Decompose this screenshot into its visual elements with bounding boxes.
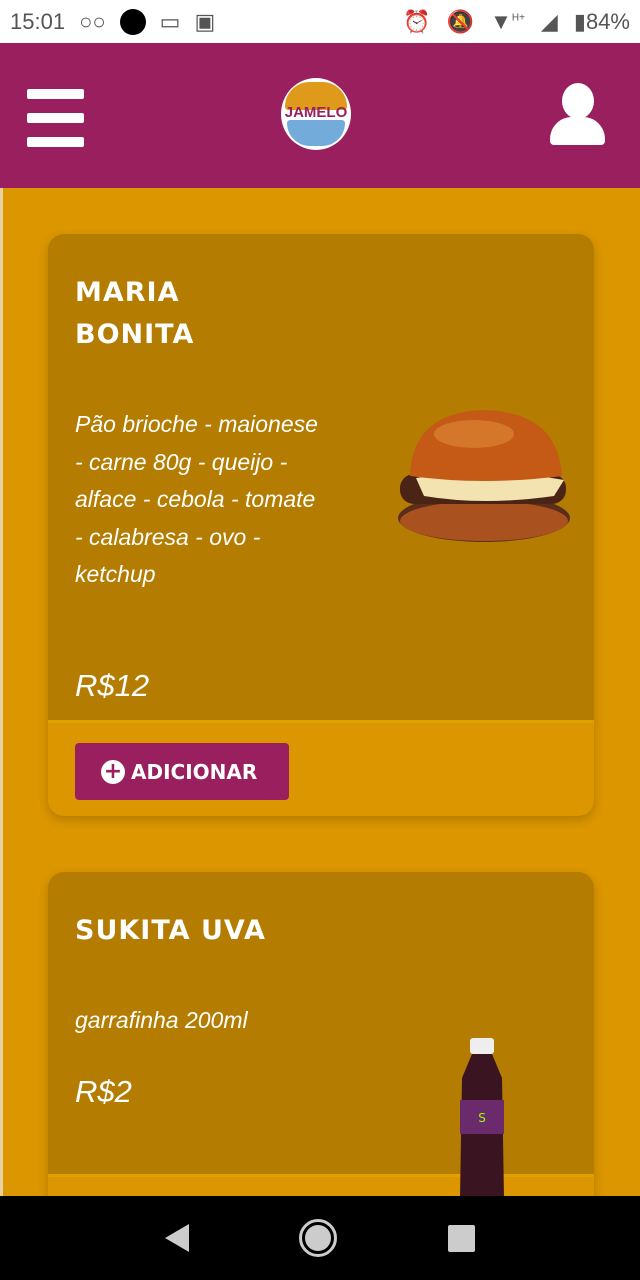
hamburger-icon[interactable] [27, 89, 84, 161]
mute-icon: 🔕 [446, 8, 475, 34]
soda-bottle-image: S [460, 1038, 504, 1198]
signal-icon: ◢ [540, 8, 558, 34]
product-description: Pão brioche - maionese - carne 80g - que… [75, 411, 318, 587]
product-price: R$12 [75, 668, 150, 703]
battery-level: 84% [585, 8, 630, 34]
battery-icon: ▮84% [573, 8, 630, 34]
app-header: JAMELO [0, 43, 640, 188]
add-to-cart-button[interactable]: + ADICIONAR [75, 743, 289, 800]
product-price: R$2 [75, 1074, 132, 1109]
wifi-icon: ▼H+ [490, 8, 525, 34]
product-name: BONITA [75, 319, 195, 350]
jamelo-logo[interactable]: JAMELO [281, 78, 351, 150]
laptop-icon: ▭ [159, 8, 181, 34]
alarm-icon: ⏰ [403, 8, 431, 34]
product-card: MARIA BONITA Pão brioche - maionese - ca… [48, 234, 594, 816]
status-bar: 15:01 ○○ ▭ ▣ ⏰ 🔕 ▼H+ ◢ ▮84% [0, 0, 640, 43]
product-description: garrafinha 200ml [75, 1007, 248, 1033]
product-name: SUKITA UVA [75, 915, 266, 946]
plus-circle-icon: + [101, 759, 125, 784]
clock: 15:01 [10, 8, 66, 34]
product-name: MARIA [75, 277, 180, 308]
divider [0, 188, 3, 1198]
home-icon[interactable] [299, 1219, 338, 1257]
translate-icon: ▣ [194, 8, 216, 34]
back-icon[interactable] [165, 1224, 190, 1252]
svg-text:S: S [478, 1111, 486, 1125]
burger-image [398, 410, 570, 542]
notification-dot-icon [119, 8, 146, 35]
user-icon[interactable] [550, 83, 605, 145]
voicemail-icon: ○○ [79, 8, 106, 34]
android-nav-bar [0, 1196, 640, 1280]
recents-icon[interactable] [447, 1224, 475, 1252]
